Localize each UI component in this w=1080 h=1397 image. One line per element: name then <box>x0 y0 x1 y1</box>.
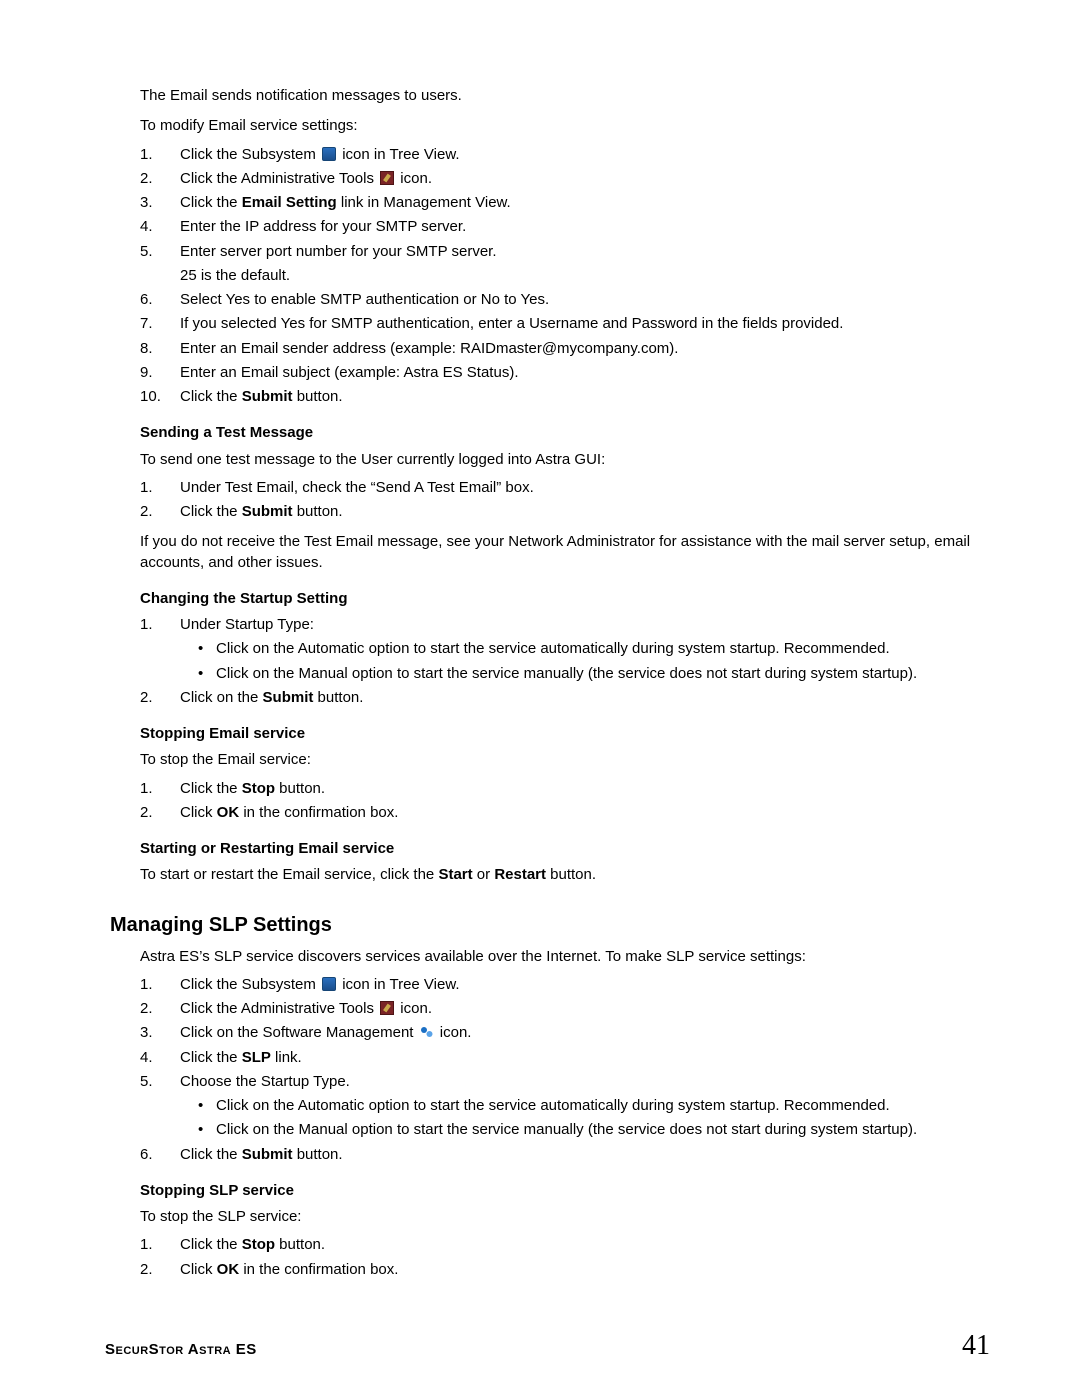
test-msg-steps: Under Test Email, check the “Send A Test… <box>140 478 990 523</box>
inline-bold: SLP <box>242 1049 271 1066</box>
stop-email-lead: To stop the Email service: <box>140 750 990 770</box>
stop-slp-steps: Click the Stop button. Click OK in the co… <box>140 1235 990 1280</box>
step-item: Click on the Software Management icon. <box>140 1023 990 1043</box>
inline-bold: Email Setting <box>242 194 337 211</box>
heading-stop-slp: Stopping SLP service <box>140 1181 990 1201</box>
inline-bold: Submit <box>263 689 314 706</box>
step-item: Select Yes to enable SMTP authentication… <box>140 290 990 310</box>
step-item: Under Test Email, check the “Send A Test… <box>140 478 990 498</box>
step-item: Click the Administrative Tools icon. <box>140 999 990 1019</box>
document-page: The Email sends notification messages to… <box>0 0 1080 1397</box>
inline-bold: Stop <box>242 780 275 797</box>
step-item: Enter server port number for your SMTP s… <box>140 242 990 287</box>
subsystem-icon <box>322 977 336 991</box>
page-footer: SecurStor Astra ES 41 <box>105 1330 990 1362</box>
inline-bold: OK <box>217 1261 240 1278</box>
inline-bold: Stop <box>242 1236 275 1253</box>
step-item: Click OK in the confirmation box. <box>140 1260 990 1280</box>
step-item: Click the Subsystem icon in Tree View. <box>140 975 990 995</box>
startup-steps: Under Startup Type:Click on the Automati… <box>140 615 990 708</box>
step-item: Click the SLP link. <box>140 1048 990 1068</box>
admintools-icon <box>380 1001 394 1015</box>
step-item: Click the Email Setting link in Manageme… <box>140 193 990 213</box>
test-msg-note: If you do not receive the Test Email mes… <box>140 532 990 573</box>
heading-stop-email: Stopping Email service <box>140 724 990 744</box>
inline-bold: Restart <box>494 866 546 883</box>
heading-sending-test: Sending a Test Message <box>140 423 990 443</box>
step-item: Click the Stop button. <box>140 779 990 799</box>
slp-intro: Astra ES’s SLP service discovers service… <box>140 947 990 967</box>
heading-start-email: Starting or Restarting Email service <box>140 839 990 859</box>
bullet-item: Click on the Automatic option to start t… <box>180 1096 990 1116</box>
start-email-text: To start or restart the Email service, c… <box>140 865 990 885</box>
step-item: Click OK in the confirmation box. <box>140 803 990 823</box>
email-settings-steps: Click the Subsystem icon in Tree View. Cl… <box>140 145 990 408</box>
slp-steps: Click the Subsystem icon in Tree View. Cl… <box>140 975 990 1165</box>
step-item: Click on the Submit button. <box>140 688 990 708</box>
footer-product-name: SecurStor Astra ES <box>105 1341 257 1358</box>
page-number: 41 <box>962 1330 990 1362</box>
page-content: The Email sends notification messages to… <box>140 86 990 1280</box>
intro-text-2: To modify Email service settings: <box>140 116 990 136</box>
intro-text-1: The Email sends notification messages to… <box>140 86 990 106</box>
step-item: Click the Subsystem icon in Tree View. <box>140 145 990 165</box>
stop-slp-lead: To stop the SLP service: <box>140 1207 990 1227</box>
heading-slp: Managing SLP Settings <box>110 912 990 939</box>
sub-bullets: Click on the Automatic option to start t… <box>180 639 990 684</box>
inline-bold: Start <box>438 866 472 883</box>
stop-email-steps: Click the Stop button. Click OK in the co… <box>140 779 990 824</box>
step-item: Click the Submit button. <box>140 1145 990 1165</box>
bullet-item: Click on the Automatic option to start t… <box>180 639 990 659</box>
heading-startup: Changing the Startup Setting <box>140 589 990 609</box>
inline-bold: OK <box>217 804 240 821</box>
test-msg-lead: To send one test message to the User cur… <box>140 450 990 470</box>
software-icon <box>420 1025 434 1039</box>
subsystem-icon <box>322 147 336 161</box>
step-item: Click the Administrative Tools icon. <box>140 169 990 189</box>
step-item: Click the Submit button. <box>140 387 990 407</box>
sub-bullets: Click on the Automatic option to start t… <box>180 1096 990 1141</box>
step-item: Enter the IP address for your SMTP serve… <box>140 217 990 237</box>
step-subtext: 25 is the default. <box>180 266 990 286</box>
step-item: Click the Submit button. <box>140 502 990 522</box>
inline-bold: Submit <box>242 1146 293 1163</box>
step-item: Click the Stop button. <box>140 1235 990 1255</box>
bullet-item: Click on the Manual option to start the … <box>180 664 990 684</box>
step-item: Enter an Email sender address (example: … <box>140 339 990 359</box>
step-item: Choose the Startup Type.Click on the Aut… <box>140 1072 990 1141</box>
step-item: Under Startup Type:Click on the Automati… <box>140 615 990 684</box>
step-item: Enter an Email subject (example: Astra E… <box>140 363 990 383</box>
inline-bold: Submit <box>242 503 293 520</box>
admintools-icon <box>380 171 394 185</box>
inline-bold: Submit <box>242 388 293 405</box>
step-item: If you selected Yes for SMTP authenticat… <box>140 314 990 334</box>
bullet-item: Click on the Manual option to start the … <box>180 1120 990 1140</box>
